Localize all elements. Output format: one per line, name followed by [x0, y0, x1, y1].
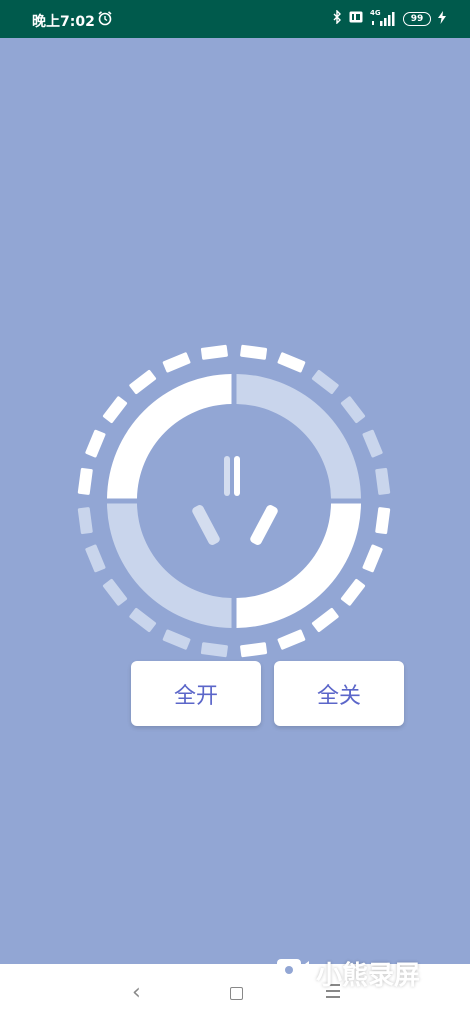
back-icon[interactable]: ‹	[132, 980, 141, 1005]
ring-dash-segment	[129, 607, 157, 633]
socket-dial	[77, 344, 391, 658]
all-off-button[interactable]: 全关	[274, 661, 404, 726]
watermark-text: 小熊录屏	[316, 961, 421, 991]
ring-dash-segment	[102, 396, 128, 424]
ring-dash-segment	[340, 578, 366, 606]
ring-dash-segment	[85, 429, 106, 458]
ring-dash-segment	[340, 396, 366, 424]
video-camera-icon	[276, 956, 310, 991]
status-bar: 晚上7:02 4G 99	[0, 0, 470, 38]
ring-dash-segment	[162, 352, 191, 373]
ring-dash-segment	[162, 629, 191, 650]
battery-icon: 99	[403, 12, 431, 26]
all-on-button[interactable]: 全开	[131, 661, 261, 726]
ring-quadrants	[107, 374, 361, 628]
ring-dash-segment	[375, 467, 391, 495]
outer-ring-segments	[77, 344, 391, 658]
signal-icon: 4G	[370, 9, 396, 26]
alarm-icon	[97, 10, 113, 30]
ring-dash-segment	[311, 607, 339, 633]
ring-quadrant-bottom-right[interactable]	[236, 503, 362, 629]
status-time: 晚上7:02	[32, 14, 95, 30]
ring-dash-segment	[85, 544, 106, 573]
power-socket-icon	[192, 456, 278, 545]
ring-dash-segment	[77, 467, 93, 495]
charging-icon	[438, 10, 446, 28]
ring-dash-segment	[77, 507, 93, 535]
ring-dash-segment	[375, 507, 391, 535]
ring-dash-segment	[362, 544, 383, 573]
ring-dash-segment	[200, 344, 228, 360]
main-content	[0, 38, 470, 964]
hd-icon	[349, 11, 363, 27]
ring-dash-segment	[240, 642, 268, 658]
ring-dash-segment	[200, 642, 228, 658]
home-icon[interactable]	[230, 987, 243, 1000]
ring-quadrant-bottom-left[interactable]	[107, 503, 232, 629]
ring-dash-segment	[102, 578, 128, 606]
ring-dash-segment	[277, 629, 306, 650]
ring-dash-segment	[362, 429, 383, 458]
ring-dash-segment	[240, 344, 268, 360]
ring-quadrant-top-left[interactable]	[107, 374, 232, 499]
watermark: 小熊录屏	[276, 955, 420, 992]
bluetooth-icon	[332, 9, 342, 28]
ring-dash-segment	[277, 352, 306, 373]
status-icons: 4G 99	[332, 9, 446, 28]
ring-dash-segment	[311, 369, 339, 395]
ring-dash-segment	[129, 369, 157, 395]
ring-quadrant-top-right[interactable]	[236, 374, 362, 499]
